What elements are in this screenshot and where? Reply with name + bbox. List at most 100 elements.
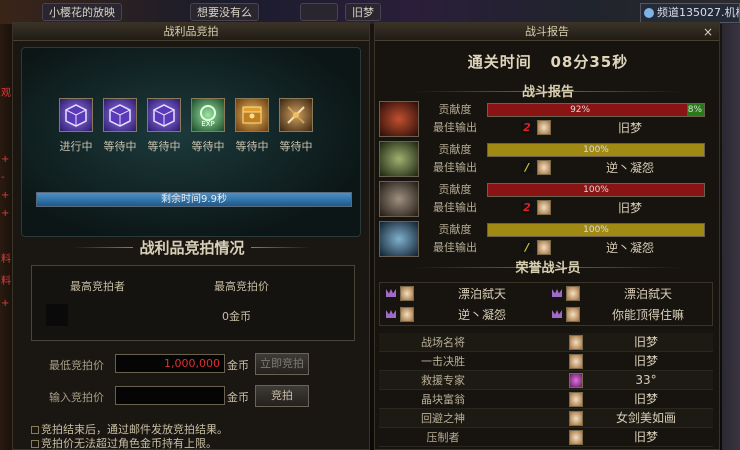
edge-text: 观 xyxy=(1,88,11,99)
input-bid-unit: 金币 xyxy=(227,391,249,404)
avatar xyxy=(566,286,580,301)
bullet-icon xyxy=(31,426,39,434)
stat-title: 回避之神 xyxy=(421,412,465,425)
bid-status-box: 最高竞拍者 最高竞拍价 0金币 xyxy=(31,265,355,341)
avatar xyxy=(537,200,551,215)
rank-icon: / xyxy=(521,241,533,254)
table-row: 晶块富翁 旧梦 xyxy=(379,390,713,409)
edge-text: + xyxy=(1,190,10,201)
bid-amount-input[interactable] xyxy=(115,386,225,405)
note-text: 竞拍结束后，通过邮件发放竞拍结果。 xyxy=(41,423,228,436)
auction-item[interactable]: 等待中 xyxy=(230,98,274,154)
contribution-bar: 100% xyxy=(487,223,705,237)
battle-report-panel: 战斗报告 × 通关时间 08分35秒 战斗报告 贡献度 最佳输出 92% 8% 2 旧… xyxy=(374,22,720,450)
contribution-bar: 100% xyxy=(487,143,705,157)
rank-icon: 2 xyxy=(521,121,533,134)
avatar xyxy=(400,307,414,322)
auction-status-title: 战利品竞拍情况 xyxy=(139,239,245,257)
bg-tab-3 xyxy=(300,3,338,21)
clear-time-value: 08分35秒 xyxy=(550,53,629,71)
game-screen: 小樱花的放映 想要没有么 旧梦 频道135027.机械 观 + - + + 料 … xyxy=(0,0,740,450)
crown-icon xyxy=(386,310,396,318)
best-output-row: / 逆丶凝怨 xyxy=(487,160,705,176)
bg-tab-1: 小樱花的放映 xyxy=(42,3,122,21)
crown-icon xyxy=(386,289,396,297)
col-highest-bidder: 最高竞拍者 xyxy=(70,280,125,293)
contribution-percent: 92% xyxy=(570,105,591,115)
clear-time: 通关时间 08分35秒 xyxy=(375,51,721,72)
auction-item[interactable]: 进行中 xyxy=(54,98,98,154)
item-status: 等待中 xyxy=(279,140,313,153)
contribution-label: 贡献度 xyxy=(438,183,472,196)
edge-text: + xyxy=(1,208,10,219)
purple-cube-icon xyxy=(103,98,137,132)
item-status: 等待中 xyxy=(147,140,181,153)
auction-item[interactable]: 等待中 xyxy=(274,98,318,154)
best-output-row: 2 旧梦 xyxy=(487,200,705,216)
stat-title: 救援专家 xyxy=(421,374,465,387)
bullet-icon xyxy=(31,440,39,448)
stat-title: 压制者 xyxy=(426,431,460,444)
contribution-percent: 100% xyxy=(583,145,609,155)
clear-time-label: 通关时间 xyxy=(467,53,532,71)
item-status: 等待中 xyxy=(103,140,137,153)
report-title: 战斗报告 xyxy=(525,25,569,38)
stat-title: 一击决胜 xyxy=(421,355,465,368)
stat-player: 旧梦 xyxy=(633,354,658,368)
gold-box-icon xyxy=(235,98,269,132)
contribution-label: 贡献度 xyxy=(438,143,472,156)
auction-item[interactable]: 等待中 xyxy=(98,98,142,154)
best-output-row: / 逆丶凝怨 xyxy=(487,240,705,256)
avatar xyxy=(569,430,583,445)
edge-text: 料 xyxy=(1,254,11,265)
item-status: 等待中 xyxy=(235,140,269,153)
contribution-percent: 100% xyxy=(583,185,609,195)
item-status: 进行中 xyxy=(59,140,93,153)
col-highest-price: 最高竞拍价 xyxy=(214,280,269,293)
purple-cube-icon xyxy=(147,98,181,132)
best-output-label: 最佳输出 xyxy=(433,121,477,134)
buy-now-button[interactable]: 立即竞拍 xyxy=(255,353,309,375)
player-portrait xyxy=(379,101,419,137)
player-row: 贡献度 最佳输出 100% / 逆丶凝怨 xyxy=(379,221,713,259)
channel-icon xyxy=(644,8,654,18)
best-output-label: 最佳输出 xyxy=(433,161,477,174)
stat-player: 旧梦 xyxy=(633,392,658,406)
avatar xyxy=(569,354,583,369)
title-divider xyxy=(251,247,311,248)
honor-entry: 漂泊弑天 xyxy=(546,284,712,304)
rank-icon: 2 xyxy=(521,201,533,214)
auction-title: 战利品竞拍 xyxy=(13,23,369,41)
edge-text: + xyxy=(1,298,10,309)
stat-player: 旧梦 xyxy=(633,430,658,444)
honor-name: 漂泊弑天 xyxy=(457,287,506,301)
item-status: 等待中 xyxy=(191,140,225,153)
honor-name: 漂泊弑天 xyxy=(623,287,672,301)
player-row: 贡献度 最佳输出 100% / 逆丶凝怨 xyxy=(379,141,713,179)
best-output-name: 旧梦 xyxy=(617,121,642,135)
stat-title: 晶块富翁 xyxy=(421,393,465,406)
avatar xyxy=(569,373,583,388)
auction-item-list: 进行中 等待中 等待中 EXP 等待中 等待中 等待中 xyxy=(54,98,318,154)
report-subtitle: 战斗报告 xyxy=(521,85,574,100)
contribution-bar: 100% xyxy=(487,183,705,197)
best-output-label: 最佳输出 xyxy=(433,241,477,254)
player-row: 贡献度 最佳输出 92% 8% 2 旧梦 xyxy=(379,101,713,139)
note-item: 竞拍价无法超过角色金币持有上限。 xyxy=(31,437,228,450)
bid-button[interactable]: 竞拍 xyxy=(255,385,309,407)
exp-ring-icon: EXP xyxy=(191,98,225,132)
remaining-time-label: 剩余时间9.9秒 xyxy=(161,194,227,205)
auction-notes: 竞拍结束后，通过邮件发放竞拍结果。 竞拍价无法超过角色金币持有上限。 xyxy=(31,423,228,450)
weapon-set-icon xyxy=(279,98,313,132)
auction-item[interactable]: 等待中 xyxy=(142,98,186,154)
table-row: 战场名将 旧梦 xyxy=(379,333,713,352)
bg-tab-2: 想要没有么 xyxy=(190,3,259,21)
contribution-label: 贡献度 xyxy=(438,223,472,236)
channel-indicator[interactable]: 频道135027.机械 xyxy=(640,3,740,23)
auction-item[interactable]: EXP 等待中 xyxy=(186,98,230,154)
best-output-name: 逆丶凝怨 xyxy=(605,161,654,175)
channel-label: 频道135027.机械 xyxy=(657,6,740,19)
close-icon[interactable]: × xyxy=(703,23,713,41)
contribution-percent: 8% xyxy=(687,105,702,115)
edge-text: 料 xyxy=(1,276,11,287)
